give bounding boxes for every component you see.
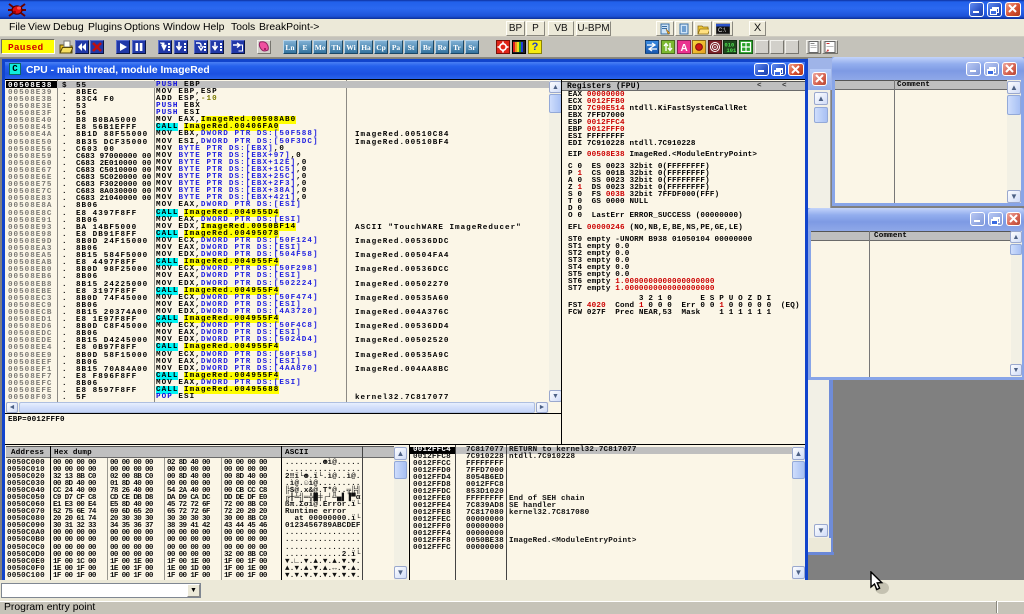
- svg-text:C:\: C:\: [718, 28, 726, 34]
- svg-text:A: A: [681, 43, 688, 53]
- svg-text:101: 101: [727, 48, 737, 53]
